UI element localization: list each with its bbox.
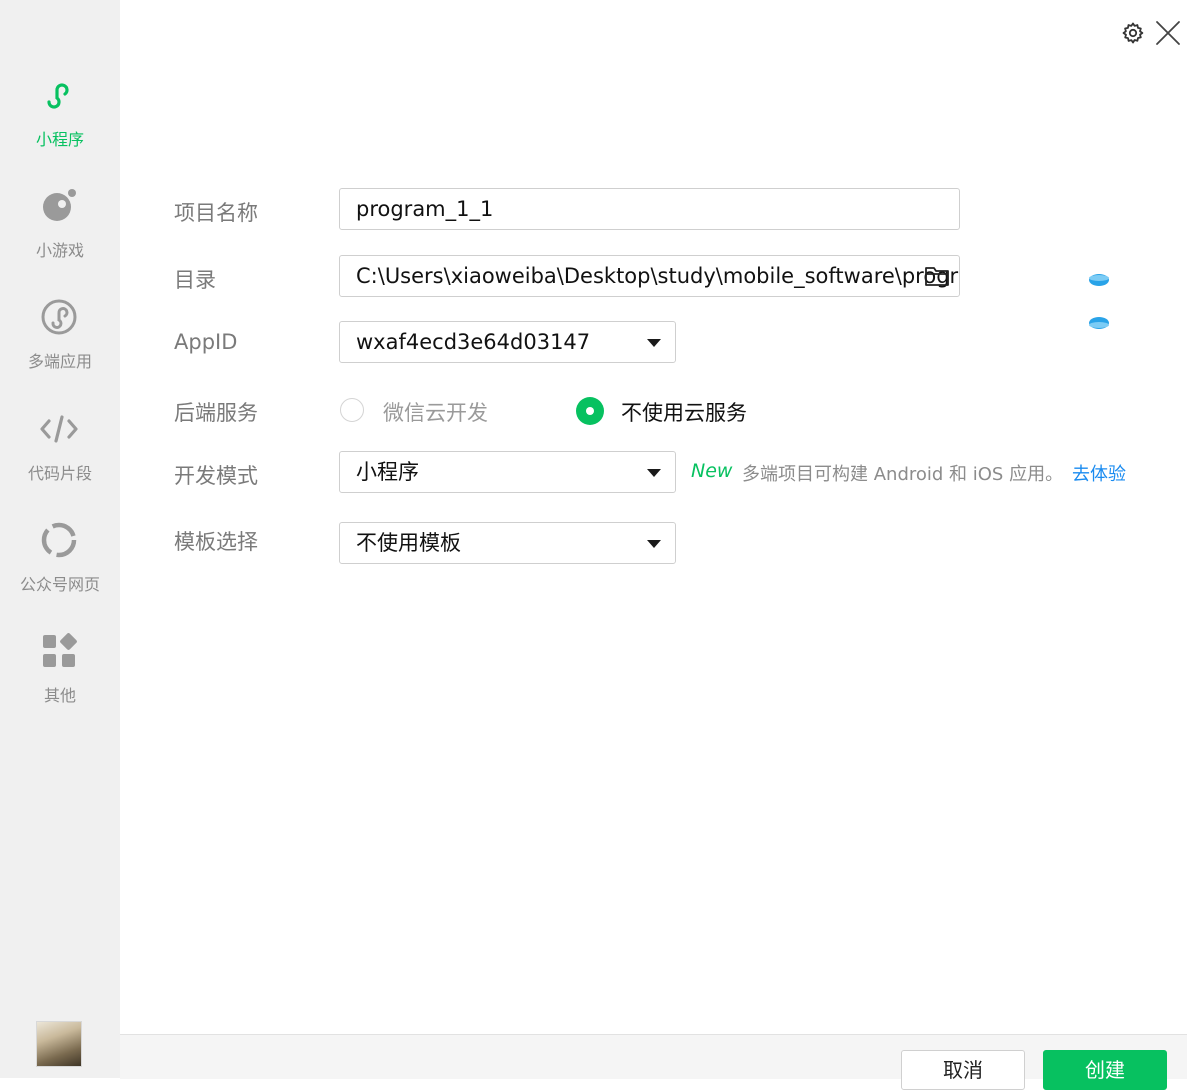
radio-wechat-cloud-label[interactable]: 微信云开发 — [383, 397, 488, 427]
avatar[interactable] — [36, 1021, 82, 1067]
sidebar-item-label: 代码片段 — [27, 464, 92, 483]
mini-game-icon — [43, 189, 76, 221]
footer-bar — [120, 1034, 1187, 1079]
appid-value: wxaf4ecd3e64d03147 — [356, 330, 591, 354]
mini-program-icon — [47, 83, 69, 109]
multi-platform-icon — [41, 299, 77, 335]
dev-mode-value: 小程序 — [356, 460, 419, 484]
radio-wechat-cloud[interactable] — [340, 398, 364, 422]
dev-mode-label: 开发模式 — [174, 464, 258, 488]
floating-marker-icon — [1089, 274, 1109, 286]
folder-icon[interactable] — [924, 265, 950, 287]
project-name-input[interactable]: program_1_1 — [339, 188, 960, 230]
sidebar-item-mini-game[interactable]: 小游戏 — [0, 187, 120, 287]
sidebar: 小程序 小游戏 多端应用 代码片段 公众号网页 其他 — [0, 0, 120, 1078]
sidebar-item-label: 公众号网页 — [19, 575, 100, 594]
project-name-label: 项目名称 — [174, 201, 258, 225]
directory-value: C:\Users\xiaoweiba\Desktop\study\mobile_… — [356, 264, 959, 288]
sidebar-item-label: 其他 — [43, 686, 76, 705]
sidebar-item-label: 小程序 — [35, 130, 84, 149]
code-snippet-icon — [40, 415, 78, 443]
radio-dot — [586, 407, 594, 415]
chevron-down-icon — [647, 469, 661, 477]
grid-icon — [43, 633, 77, 667]
template-value: 不使用模板 — [356, 531, 461, 555]
sidebar-item-multi-platform[interactable]: 多端应用 — [0, 298, 120, 398]
backend-label: 后端服务 — [174, 401, 258, 425]
chevron-down-icon — [647, 339, 661, 347]
cancel-button[interactable]: 取消 — [901, 1050, 1025, 1090]
new-badge: New — [691, 460, 733, 482]
sidebar-item-official-account[interactable]: 公众号网页 — [0, 521, 120, 621]
appid-select[interactable]: wxaf4ecd3e64d03147 — [339, 321, 676, 363]
appid-label: AppID — [174, 330, 238, 354]
chevron-down-icon — [647, 540, 661, 548]
try-it-link[interactable]: 去体验 — [1072, 460, 1126, 486]
dev-mode-hint: 多端项目可构建 Android 和 iOS 应用。 — [742, 464, 1064, 485]
close-icon[interactable] — [1155, 20, 1181, 46]
gear-icon[interactable] — [1121, 21, 1145, 45]
sidebar-item-other[interactable]: 其他 — [0, 632, 120, 732]
sidebar-item-mini-program[interactable]: 小程序 — [0, 76, 120, 176]
directory-input[interactable]: C:\Users\xiaoweiba\Desktop\study\mobile_… — [339, 255, 960, 297]
radio-no-cloud-label[interactable]: 不使用云服务 — [621, 397, 747, 427]
template-label: 模板选择 — [174, 530, 258, 554]
floating-marker-icon — [1089, 317, 1109, 329]
dev-mode-select[interactable]: 小程序 — [339, 451, 676, 493]
directory-label: 目录 — [174, 268, 216, 292]
create-button[interactable]: 创建 — [1043, 1050, 1167, 1090]
sidebar-item-label: 小游戏 — [35, 241, 84, 260]
radio-no-cloud[interactable] — [576, 397, 604, 425]
official-account-icon — [41, 522, 77, 558]
sidebar-item-label: 多端应用 — [27, 352, 92, 371]
sidebar-item-code-snippet[interactable]: 代码片段 — [0, 410, 120, 510]
template-select[interactable]: 不使用模板 — [339, 522, 676, 564]
